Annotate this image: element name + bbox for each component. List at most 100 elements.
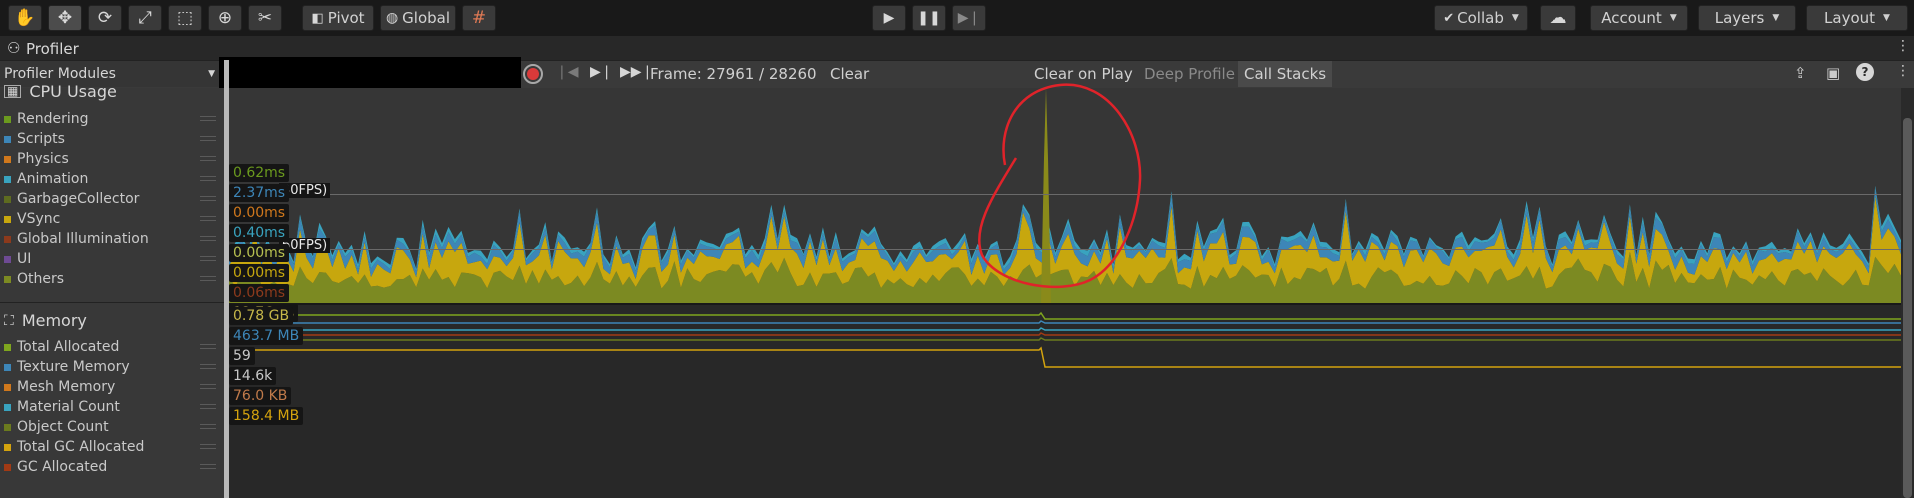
cpu-legend-item[interactable]: Scripts <box>4 130 65 148</box>
memory-value-label: 14.6k <box>229 367 277 385</box>
globe-icon: ◍ <box>385 10 399 26</box>
cloud-button[interactable]: ☁ <box>1540 5 1576 31</box>
legend-drag-handle[interactable] <box>200 384 216 389</box>
legend-drag-handle[interactable] <box>200 256 216 261</box>
memory-header[interactable]: ⛶ Memory <box>4 311 87 330</box>
memory-series-line <box>229 327 1901 331</box>
grid-snap-button[interactable]: # <box>462 5 496 31</box>
memory-legend-item[interactable]: Texture Memory <box>4 358 130 376</box>
load-icon[interactable]: ⇪ <box>1794 64 1807 82</box>
legend-label: Rendering <box>17 111 89 127</box>
options-menu-icon[interactable]: ⋮ <box>1896 63 1910 79</box>
memory-value-label: 0.78 GB <box>229 307 294 325</box>
clear-button[interactable]: Clear <box>824 61 875 87</box>
legend-drag-handle[interactable] <box>200 196 216 201</box>
cpu-value-label: 0.00ms <box>229 204 290 222</box>
cpu-value-label: 0.62ms <box>229 164 290 182</box>
help-icon[interactable]: ? <box>1856 63 1874 81</box>
legend-label: Object Count <box>17 419 109 435</box>
call-stacks-toggle[interactable]: Call Stacks <box>1238 61 1333 87</box>
play-button[interactable]: ▶ <box>872 5 906 31</box>
transform-tool-button[interactable]: ⊕ <box>208 5 242 31</box>
cpu-legend-item[interactable]: Animation <box>4 170 88 188</box>
legend-swatch <box>4 135 11 143</box>
pause-button[interactable]: ❚❚ <box>912 5 946 31</box>
cpu-usage-header[interactable]: ▦ CPU Usage <box>4 82 117 101</box>
legend-drag-handle[interactable] <box>200 156 216 161</box>
hand-icon: ✋ <box>14 7 36 28</box>
global-toggle[interactable]: ◍ Global <box>380 5 456 31</box>
cpu-legend-item[interactable]: Rendering <box>4 110 89 128</box>
scale-tool-button[interactable]: ⤢ <box>128 5 162 31</box>
legend-label: Mesh Memory <box>17 379 116 395</box>
legend-swatch <box>4 463 11 471</box>
pivot-toggle[interactable]: ◧ Pivot <box>302 5 374 31</box>
rotate-icon: ⟳ <box>97 7 113 28</box>
pause-icon: ❚❚ <box>917 10 941 26</box>
legend-drag-handle[interactable] <box>200 216 216 221</box>
cpu-legend-item[interactable]: Global Illumination <box>4 230 149 248</box>
record-button[interactable] <box>523 64 543 84</box>
legend-drag-handle[interactable] <box>200 136 216 141</box>
layers-dropdown[interactable]: Layers <box>1698 5 1796 31</box>
account-dropdown[interactable]: Account <box>1590 5 1688 31</box>
save-icon[interactable]: ▣ <box>1826 64 1840 82</box>
legend-drag-handle[interactable] <box>200 424 216 429</box>
legend-drag-handle[interactable] <box>200 344 216 349</box>
legend-swatch <box>4 175 11 183</box>
memory-legend-item[interactable]: Material Count <box>4 398 120 416</box>
legend-label: Material Count <box>17 399 120 415</box>
tools-icon: ✂ <box>257 7 273 28</box>
rotate-tool-button[interactable]: ⟳ <box>88 5 122 31</box>
legend-label: Total GC Allocated <box>17 439 145 455</box>
move-tool-button[interactable]: ✥ <box>48 5 82 31</box>
cpu-usage-title: CPU Usage <box>29 82 117 101</box>
custom-tool-button[interactable]: ✂ <box>248 5 282 31</box>
cpu-legend-item[interactable]: GarbageCollector <box>4 190 139 208</box>
memory-legend-item[interactable]: GC Allocated <box>4 458 107 476</box>
legend-drag-handle[interactable] <box>200 116 216 121</box>
step-button[interactable]: ▶❘ <box>952 5 986 31</box>
memory-series-line <box>229 311 1901 320</box>
legend-drag-handle[interactable] <box>200 176 216 181</box>
collab-dropdown[interactable]: ✔ Collab <box>1434 5 1528 31</box>
cpu-value-label: 0.40ms <box>229 224 290 242</box>
memory-legend-item[interactable]: Total GC Allocated <box>4 438 144 456</box>
profiler-tab-icon: ⚇ <box>7 39 21 57</box>
next-frame-icon[interactable]: ▶❘ <box>590 64 613 80</box>
legend-drag-handle[interactable] <box>200 364 216 369</box>
layout-dropdown[interactable]: Layout <box>1806 5 1908 31</box>
pivot-icon: ◧ <box>311 10 324 26</box>
tab-menu-icon[interactable]: ⋮ <box>1896 38 1910 54</box>
previous-frame-icon[interactable]: ❘◀ <box>556 64 579 80</box>
red-circle-annotation <box>977 83 1142 289</box>
legend-swatch <box>4 403 11 411</box>
hand-tool-button[interactable]: ✋ <box>8 5 42 31</box>
rect-tool-button[interactable]: ⬚ <box>168 5 202 31</box>
legend-label: Others <box>17 271 65 287</box>
legend-drag-handle[interactable] <box>200 236 216 241</box>
legend-swatch <box>4 275 11 283</box>
rect-transform-icon: ⬚ <box>176 7 194 28</box>
legend-swatch <box>4 363 11 371</box>
layers-label: Layers <box>1714 9 1765 27</box>
memory-legend-item[interactable]: Mesh Memory <box>4 378 115 396</box>
deep-profile-toggle[interactable]: Deep Profile <box>1138 61 1241 87</box>
cpu-legend-item[interactable]: Others <box>4 270 64 288</box>
cpu-value-label: 0.06ms <box>229 284 290 302</box>
memory-legend-item[interactable]: Total Allocated <box>4 338 119 356</box>
cpu-legend-item[interactable]: Physics <box>4 150 69 168</box>
memory-icon: ⛶ <box>4 312 14 329</box>
legend-drag-handle[interactable] <box>200 444 216 449</box>
legend-drag-handle[interactable] <box>200 404 216 409</box>
legend-label: UI <box>17 251 32 267</box>
cpu-legend-item[interactable]: UI <box>4 250 31 268</box>
legend-drag-handle[interactable] <box>200 464 216 469</box>
profiler-tab[interactable]: Profiler <box>26 40 79 58</box>
legend-swatch <box>4 195 11 203</box>
step-icon: ▶❘ <box>957 10 981 26</box>
scrollbar-thumb[interactable] <box>1903 118 1912 498</box>
memory-legend-item[interactable]: Object Count <box>4 418 109 436</box>
cpu-legend-item[interactable]: VSync <box>4 210 60 228</box>
legend-drag-handle[interactable] <box>200 276 216 281</box>
